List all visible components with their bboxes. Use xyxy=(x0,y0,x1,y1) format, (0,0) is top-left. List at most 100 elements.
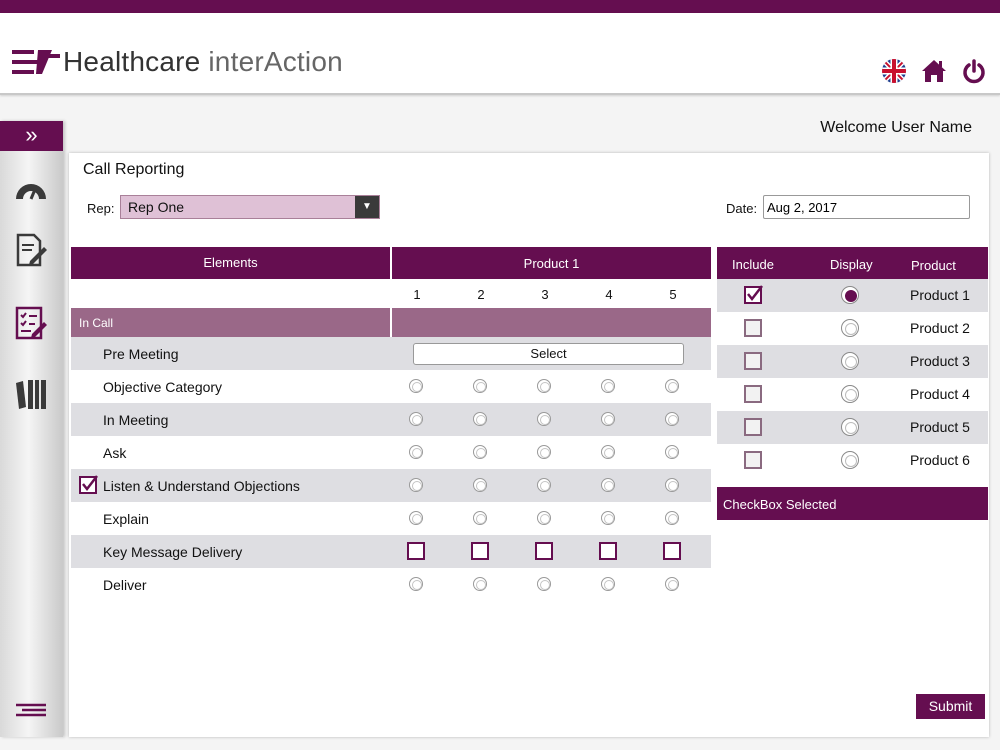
row-label: Key Message Delivery xyxy=(103,544,243,560)
score-radio[interactable] xyxy=(537,445,551,459)
row-label: Ask xyxy=(103,445,127,461)
score-radio[interactable] xyxy=(409,478,423,492)
display-radio[interactable] xyxy=(841,286,859,304)
score-checkbox[interactable] xyxy=(407,542,425,560)
checkmark-icon xyxy=(747,285,763,302)
uk-flag-icon[interactable] xyxy=(881,58,907,84)
score-radio[interactable] xyxy=(409,412,423,426)
include-checkbox[interactable] xyxy=(744,418,762,436)
score-radio[interactable] xyxy=(537,577,551,591)
scale-label: 3 xyxy=(541,287,549,302)
top-accent-bar xyxy=(0,0,1000,13)
product-row: Product 2 xyxy=(717,312,988,345)
page-title: Call Reporting xyxy=(83,161,185,178)
score-radio[interactable] xyxy=(537,412,551,426)
score-radio[interactable] xyxy=(473,412,487,426)
score-radio[interactable] xyxy=(409,511,423,525)
score-checkbox[interactable] xyxy=(535,542,553,560)
product-label: Product 5 xyxy=(910,419,970,435)
score-checkbox[interactable] xyxy=(471,542,489,560)
row-label: Objective Category xyxy=(103,379,223,395)
display-radio[interactable] xyxy=(841,418,859,436)
scale-label: 2 xyxy=(477,287,485,302)
score-radio[interactable] xyxy=(537,379,551,393)
score-checkbox[interactable] xyxy=(663,542,681,560)
row-label: Pre Meeting xyxy=(103,346,179,362)
document-edit-icon[interactable] xyxy=(14,233,48,267)
chevron-down-icon[interactable]: ▼ xyxy=(355,196,379,218)
score-radio[interactable] xyxy=(601,445,615,459)
score-radio[interactable] xyxy=(665,511,679,525)
table-row: Deliver xyxy=(71,568,711,601)
score-radio[interactable] xyxy=(409,577,423,591)
score-radio[interactable] xyxy=(473,478,487,492)
include-checkbox[interactable] xyxy=(744,352,762,370)
score-radio[interactable] xyxy=(665,445,679,459)
include-checkbox[interactable] xyxy=(744,285,763,304)
include-checkbox[interactable] xyxy=(744,451,762,469)
score-radio[interactable] xyxy=(665,478,679,492)
score-radio[interactable] xyxy=(665,379,679,393)
score-radio[interactable] xyxy=(473,445,487,459)
score-radio[interactable] xyxy=(537,478,551,492)
date-label: Date: xyxy=(726,201,758,216)
score-radio[interactable] xyxy=(409,445,423,459)
score-radio[interactable] xyxy=(601,412,615,426)
product-header: Product xyxy=(911,258,956,273)
display-radio[interactable] xyxy=(841,319,859,337)
display-radio[interactable] xyxy=(841,451,859,469)
score-radio[interactable] xyxy=(473,379,487,393)
score-radio[interactable] xyxy=(473,511,487,525)
product-row: Product 3 xyxy=(717,345,988,378)
display-radio[interactable] xyxy=(841,385,859,403)
scale-label: 4 xyxy=(605,287,613,302)
row-checkbox[interactable] xyxy=(79,475,98,494)
product-label: Product 3 xyxy=(910,353,970,369)
rep-select-value: Rep One xyxy=(128,199,185,215)
product-label: Product 1 xyxy=(910,287,970,303)
library-books-icon[interactable] xyxy=(14,377,48,411)
rep-select[interactable]: Rep One ▼ xyxy=(120,195,380,219)
select-button[interactable]: Select xyxy=(413,343,684,365)
welcome-text: Welcome User Name xyxy=(820,119,972,136)
checkbox-selected-header: CheckBox Selected xyxy=(717,487,988,520)
score-checkbox[interactable] xyxy=(599,542,617,560)
scale-label: 1 xyxy=(413,287,421,302)
table-row: Objective Category xyxy=(71,370,711,403)
table-row: Listen & Understand Objections xyxy=(71,469,711,502)
elements-header: Elements xyxy=(71,247,390,279)
score-radio[interactable] xyxy=(473,577,487,591)
product-label: Product 6 xyxy=(910,452,970,468)
score-radio[interactable] xyxy=(537,511,551,525)
product-label: Product 2 xyxy=(910,320,970,336)
table-row: Key Message Delivery xyxy=(71,535,711,568)
include-checkbox[interactable] xyxy=(744,319,762,337)
table-row: In Meeting xyxy=(71,403,711,436)
submit-button[interactable]: Submit xyxy=(916,694,985,719)
score-radio[interactable] xyxy=(601,577,615,591)
products-header: Include Display Product xyxy=(717,247,988,279)
score-radio[interactable] xyxy=(665,412,679,426)
sidebar: » xyxy=(0,121,63,737)
include-checkbox[interactable] xyxy=(744,385,762,403)
score-radio[interactable] xyxy=(601,478,615,492)
score-radio[interactable] xyxy=(601,379,615,393)
checklist-icon[interactable] xyxy=(14,306,48,340)
scale-label: 5 xyxy=(669,287,677,302)
date-input[interactable] xyxy=(763,195,970,219)
display-radio[interactable] xyxy=(841,352,859,370)
score-radio[interactable] xyxy=(409,379,423,393)
product-row: Product 6 xyxy=(717,444,988,477)
power-icon[interactable] xyxy=(961,58,987,84)
home-icon[interactable] xyxy=(921,58,947,84)
logo-mark-icon xyxy=(12,50,60,74)
app-header: Healthcare interAction xyxy=(0,13,1000,95)
score-radio[interactable] xyxy=(665,577,679,591)
sidebar-expand-button[interactable]: » xyxy=(0,121,63,151)
dashboard-gauge-icon[interactable] xyxy=(14,173,48,207)
rep-label: Rep: xyxy=(87,201,115,216)
checkmark-icon xyxy=(82,475,98,492)
score-radio[interactable] xyxy=(601,511,615,525)
menu-lines-icon[interactable] xyxy=(14,699,48,721)
include-header: Include xyxy=(732,257,774,272)
